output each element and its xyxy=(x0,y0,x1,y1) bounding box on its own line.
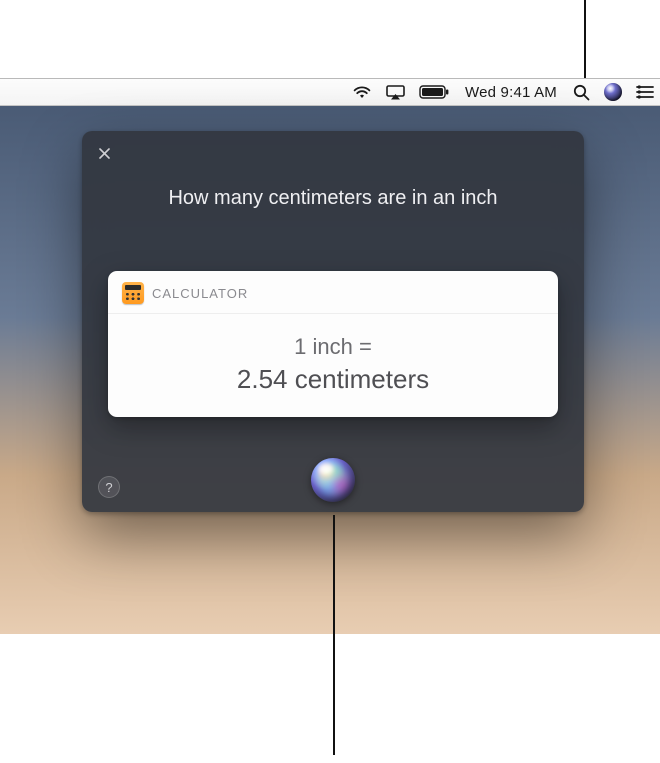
callout-line-bottom xyxy=(333,515,335,755)
wifi-icon[interactable] xyxy=(352,85,372,99)
siri-mic-button[interactable] xyxy=(311,458,355,502)
menubar: Wed 9:41 AM xyxy=(0,78,660,106)
result-line-1: 1 inch = xyxy=(108,334,558,360)
airplay-icon[interactable] xyxy=(386,85,405,100)
siri-menubar-icon[interactable] xyxy=(604,83,622,101)
close-button[interactable] xyxy=(96,145,112,161)
result-card[interactable]: CALCULATOR 1 inch = 2.54 centimeters xyxy=(108,271,558,417)
menubar-clock[interactable]: Wed 9:41 AM xyxy=(465,84,557,101)
spotlight-icon[interactable] xyxy=(573,84,590,101)
siri-help-button[interactable]: ? xyxy=(98,476,120,498)
result-source-label: CALCULATOR xyxy=(152,286,248,301)
callout-line-top xyxy=(584,0,586,78)
siri-window: How many centimeters are in an inch CALC… xyxy=(82,131,584,512)
calculator-icon xyxy=(122,282,144,304)
result-source-header: CALCULATOR xyxy=(108,271,558,314)
battery-icon[interactable] xyxy=(419,85,449,99)
siri-query-text: How many centimeters are in an inch xyxy=(82,187,584,210)
result-line-2: 2.54 centimeters xyxy=(108,364,558,395)
notification-center-icon[interactable] xyxy=(636,85,654,99)
screenshot-canvas: Wed 9:41 AM xyxy=(0,0,660,763)
